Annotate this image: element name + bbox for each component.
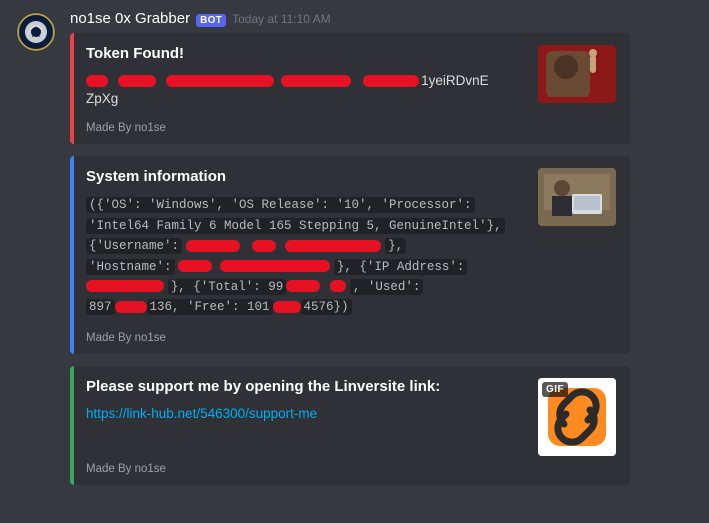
token-fragment-2: ZpXg — [86, 91, 118, 106]
embed-support: Please support me by opening the Linvers… — [70, 366, 630, 485]
embed-footer: Made By no1se — [86, 463, 522, 475]
token-fragment: 1yeiRDvnE — [421, 73, 489, 88]
timestamp: Today at 11:10 AM — [232, 12, 331, 26]
embed-title: System information — [86, 168, 522, 185]
gif-badge: GIF — [542, 382, 568, 397]
embed-thumbnail[interactable] — [538, 45, 616, 103]
embed-title: Token Found! — [86, 45, 522, 62]
message-header: no1se 0x Grabber BOT Today at 11:10 AM — [70, 10, 693, 27]
username[interactable]: no1se 0x Grabber — [70, 10, 190, 27]
code-line: 'Intel64 Family 6 Model 165 Stepping 5, … — [86, 218, 505, 234]
bot-tag: BOT — [196, 14, 226, 27]
code-line: }, — [385, 238, 406, 254]
embed-description: ({'OS': 'Windows', 'OS Release': '10', '… — [86, 195, 522, 317]
embed-description: https://link-hub.net/546300/support-me — [86, 405, 522, 423]
code-line: 897 — [86, 299, 115, 315]
embed-system-info: System information ({'OS': 'Windows', 'O… — [70, 156, 630, 353]
embed-description: 1yeiRDvnE ZpXg — [86, 72, 522, 108]
code-line: {'Username': — [86, 238, 182, 254]
message: no1se 0x Grabber BOT Today at 11:10 AM T… — [0, 0, 709, 497]
code-line: ({'OS': 'Windows', 'OS Release': '10', '… — [86, 197, 475, 213]
code-line: 136, 'Free': 101 — [147, 299, 273, 315]
embed-footer: Made By no1se — [86, 122, 522, 134]
code-line: }, {'Total': 99 — [168, 279, 287, 295]
user-avatar[interactable] — [16, 12, 56, 52]
embed-thumbnail[interactable]: GIF — [538, 378, 616, 456]
code-line: }, {'IP Address': — [334, 259, 468, 275]
code-line: , 'Used': — [350, 279, 424, 295]
code-line: 4576}) — [301, 299, 352, 315]
support-link[interactable]: https://link-hub.net/546300/support-me — [86, 406, 317, 421]
embed-token-found: Token Found! 1yeiRDvnE ZpXg Made By no1s… — [70, 33, 630, 144]
message-content: no1se 0x Grabber BOT Today at 11:10 AM T… — [70, 10, 693, 497]
embed-title: Please support me by opening the Linvers… — [86, 378, 522, 395]
code-line: 'Hostname': — [86, 259, 175, 275]
embed-footer: Made By no1se — [86, 332, 522, 344]
embed-thumbnail[interactable] — [538, 168, 616, 226]
